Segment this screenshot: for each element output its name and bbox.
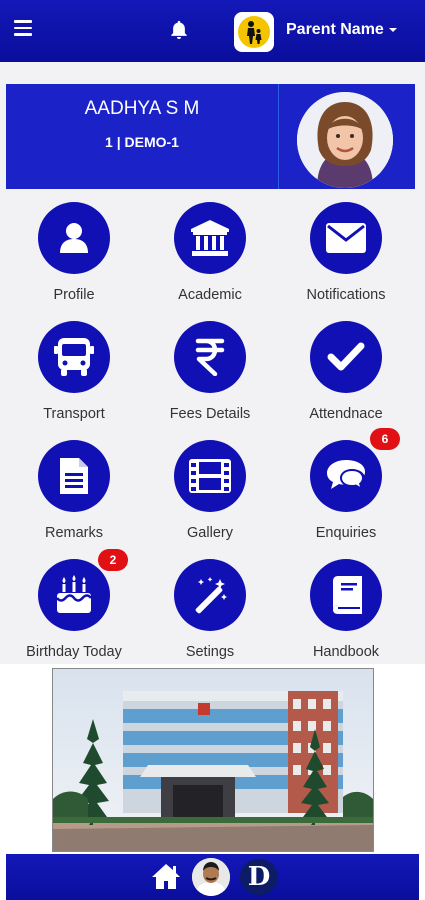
document-icon xyxy=(38,440,110,512)
chevron-down-icon xyxy=(388,27,397,32)
tile-label: Transport xyxy=(43,406,105,422)
tile-label: Profile xyxy=(53,287,95,303)
home-icon[interactable] xyxy=(151,862,181,890)
tile-fees-details[interactable]: Fees Details xyxy=(142,321,278,439)
card-divider xyxy=(278,84,279,189)
enquiries-badge: 6 xyxy=(370,428,400,450)
film-icon xyxy=(174,440,246,512)
tile-handbook[interactable]: Handbook xyxy=(278,559,414,677)
birthday-cake-icon xyxy=(38,559,110,631)
magic-wand-icon xyxy=(174,559,246,631)
tile-remarks[interactable]: Remarks xyxy=(6,440,142,558)
parent-name-label: Parent Name xyxy=(286,21,384,38)
tile-label: Notifications xyxy=(306,287,386,303)
student-photo xyxy=(297,92,393,188)
rupee-icon xyxy=(174,321,246,393)
book-icon xyxy=(310,559,382,631)
tile-label: Fees Details xyxy=(169,406,251,422)
tile-enquiries[interactable]: Enquiries xyxy=(278,440,414,558)
tile-label: Academic xyxy=(178,287,242,303)
user-icon xyxy=(38,202,110,274)
tile-settings[interactable]: Setings xyxy=(142,559,278,677)
tile-label: Setings xyxy=(185,644,235,660)
chat-bubbles-icon xyxy=(310,440,382,512)
parent-child-logo[interactable] xyxy=(234,12,274,52)
menu-icon[interactable] xyxy=(14,20,32,38)
bell-icon[interactable] xyxy=(168,18,190,42)
institution-icon xyxy=(174,202,246,274)
d-logo-icon[interactable]: D xyxy=(240,859,278,895)
parent-name-dropdown[interactable]: Parent Name xyxy=(286,21,397,39)
tile-gallery[interactable]: Gallery xyxy=(142,440,278,558)
tile-profile[interactable]: Profile xyxy=(6,202,142,320)
tile-birthday-today[interactable]: Birthday Today xyxy=(6,559,142,677)
checkmark-icon xyxy=(310,321,382,393)
tile-transport[interactable]: Transport xyxy=(6,321,142,439)
birthday-badge: 2 xyxy=(98,549,128,571)
student-name: AADHYA S M xyxy=(84,98,200,119)
tile-label: Handbook xyxy=(312,644,380,660)
tile-label: Gallery xyxy=(187,525,233,541)
tile-label: Remarks xyxy=(44,525,103,541)
school-building-image xyxy=(52,668,374,852)
tile-label: Attendnace xyxy=(309,406,383,422)
tile-attendance[interactable]: Attendnace xyxy=(278,321,414,439)
tile-academic[interactable]: Academic xyxy=(142,202,278,320)
tile-label: Birthday Today xyxy=(26,644,122,660)
tile-notifications[interactable]: Notifications xyxy=(278,202,414,320)
student-class: 1 | DEMO-1 xyxy=(105,134,179,150)
bus-icon xyxy=(38,321,110,393)
avatar[interactable] xyxy=(192,858,230,896)
tile-label: Enquiries xyxy=(315,525,377,541)
envelope-icon xyxy=(310,202,382,274)
